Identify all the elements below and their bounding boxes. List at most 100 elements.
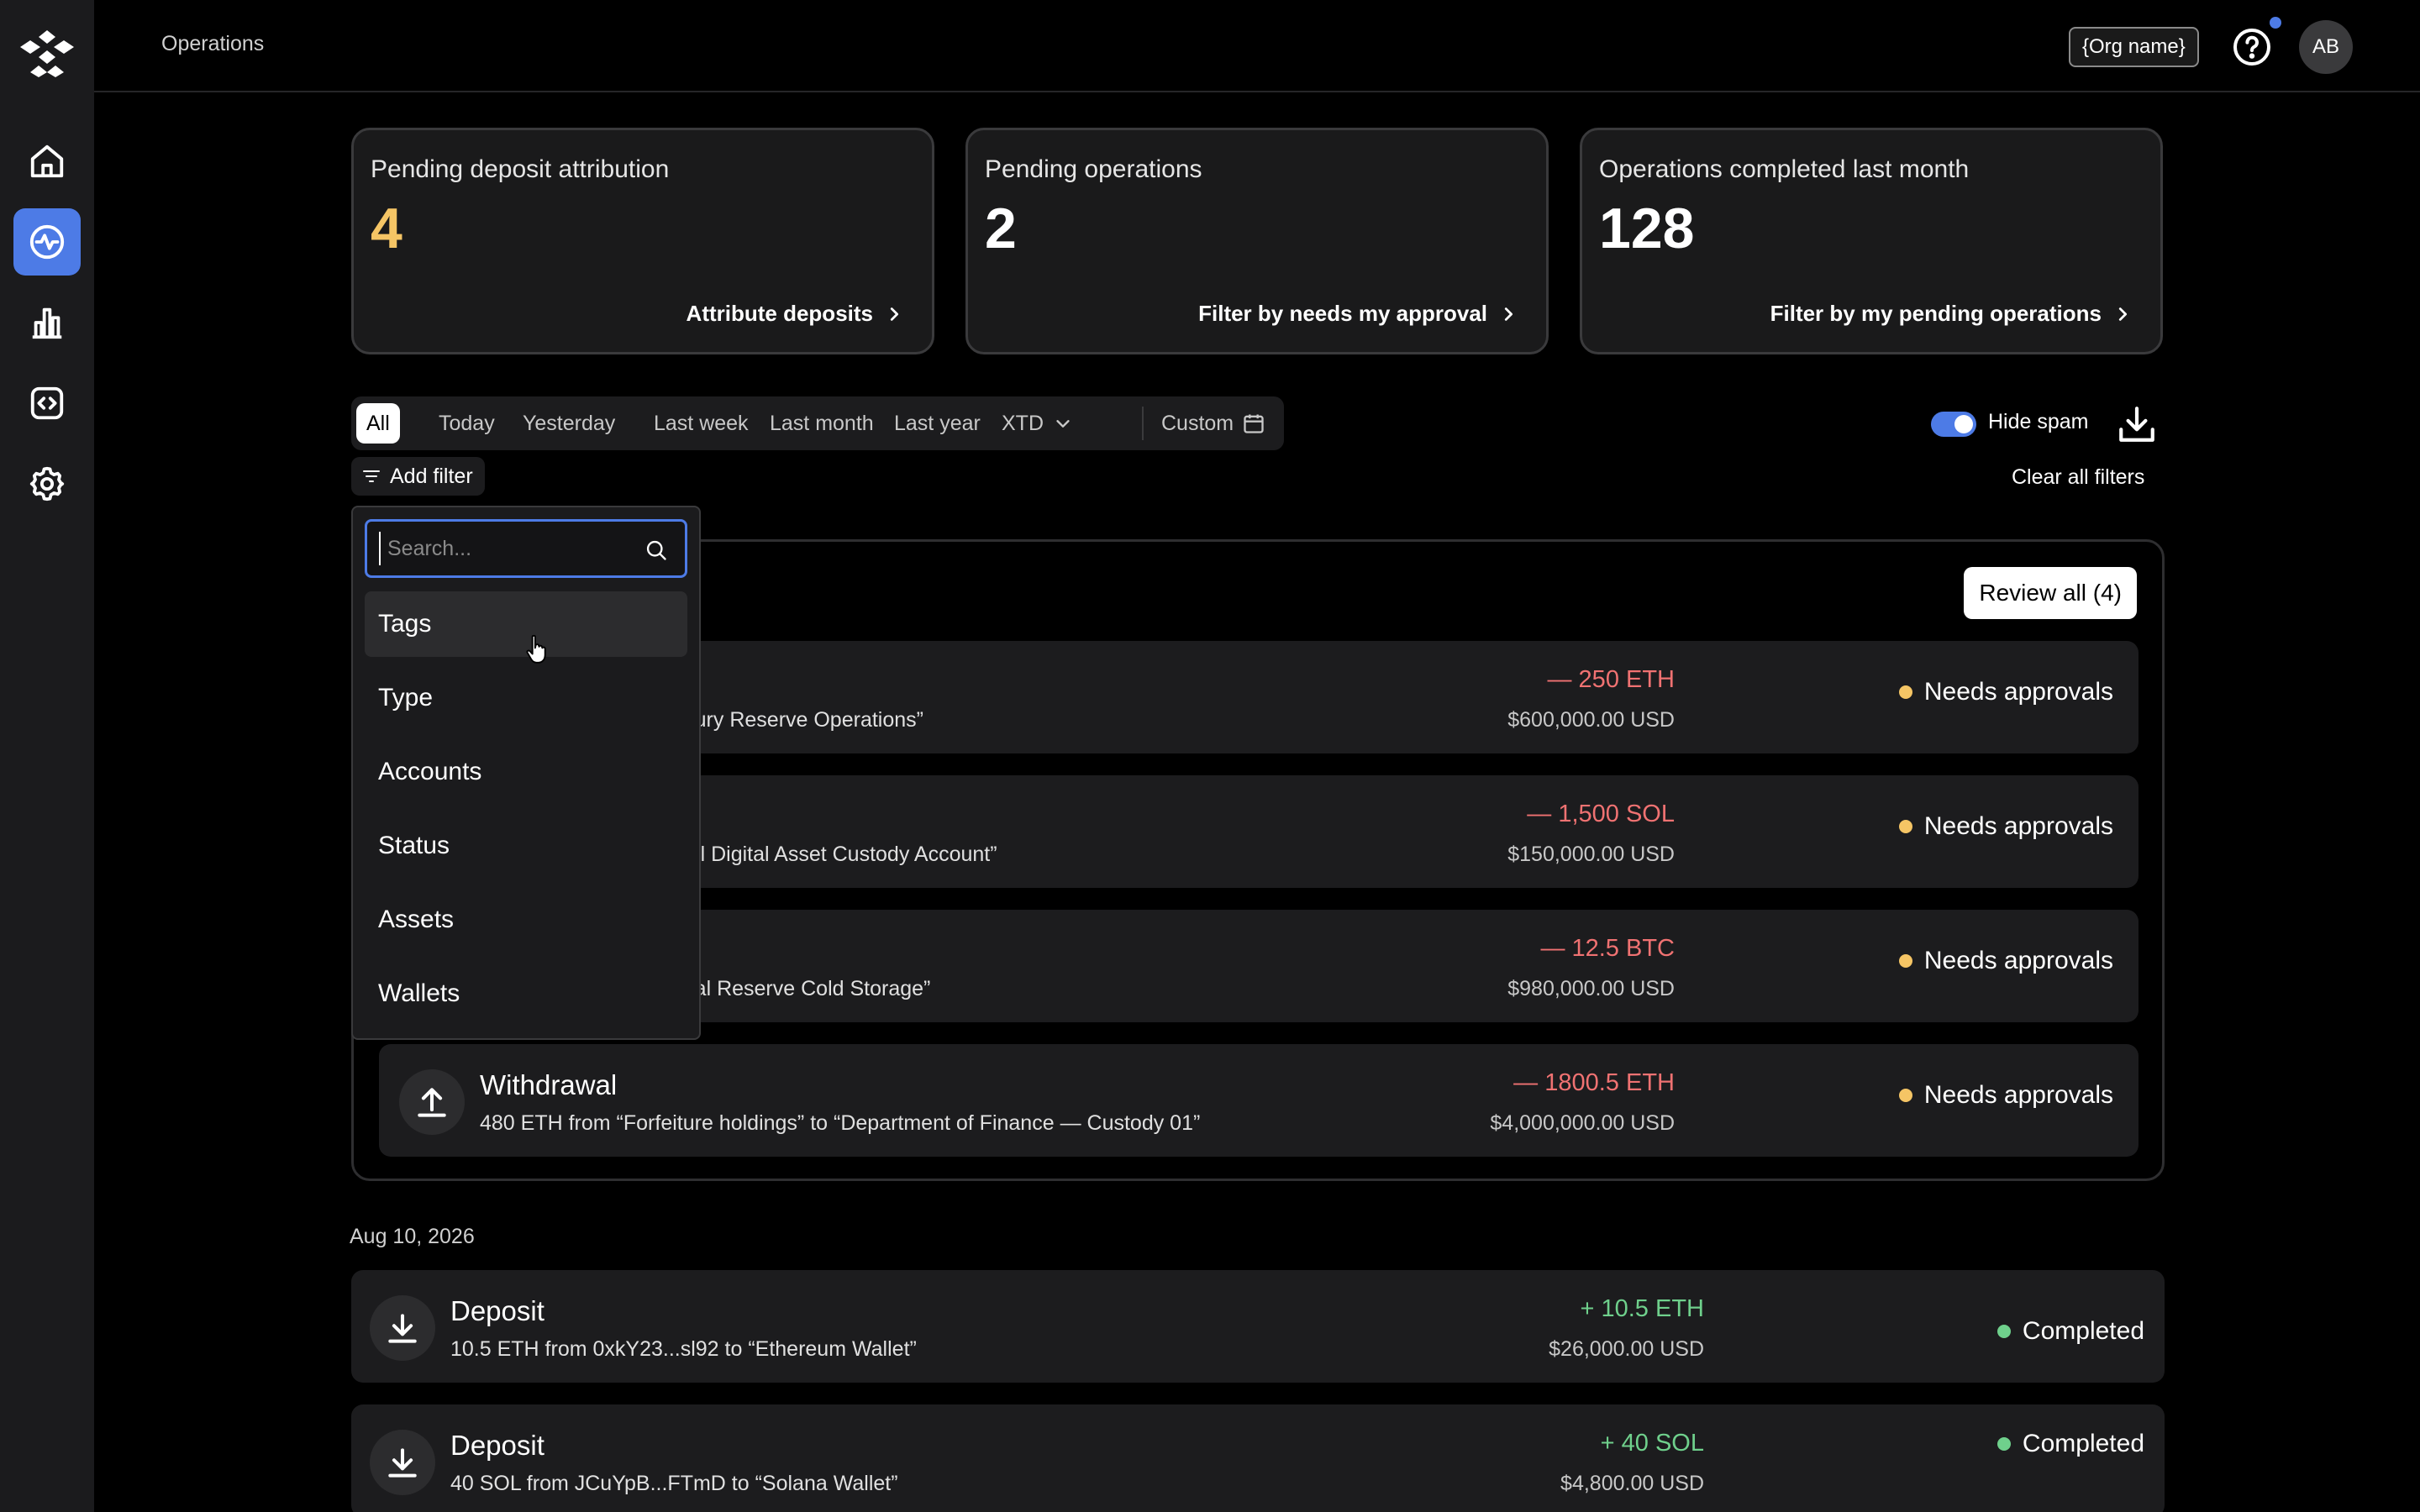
filter-option-wallets[interactable]: Wallets bbox=[365, 961, 687, 1026]
status-dot bbox=[1898, 1089, 1912, 1102]
status-label: Needs approvals bbox=[1923, 678, 2113, 706]
add-filter-label: Add filter bbox=[390, 464, 473, 488]
operation-row[interactable]: Deposit 40 SOL from JCuYpB...FTmD to “So… bbox=[351, 1404, 2165, 1512]
nav-home[interactable] bbox=[13, 128, 81, 195]
operation-usd-value: $26,000.00 USD bbox=[1549, 1337, 1704, 1361]
help-icon[interactable] bbox=[2232, 27, 2272, 67]
chevron-right-icon bbox=[1504, 307, 1513, 321]
operation-row[interactable]: Deposit 10.5 ETH from 0xkY23...sl92 to “… bbox=[351, 1270, 2165, 1383]
avatar[interactable]: AB bbox=[2299, 20, 2353, 74]
filter-search-input[interactable] bbox=[379, 532, 631, 565]
divider bbox=[1142, 407, 1144, 440]
operation-usd-value: $150,000.00 USD bbox=[1507, 843, 1675, 866]
stat-card-completed-last-month: Operations completed last month 128 Filt… bbox=[1580, 128, 2163, 354]
nav-settings[interactable] bbox=[13, 450, 81, 517]
chevron-right-icon bbox=[2118, 307, 2128, 321]
status-label: Completed bbox=[2022, 1317, 2144, 1345]
add-filter-button[interactable]: Add filter bbox=[351, 457, 485, 496]
chevron-down-icon bbox=[1056, 420, 1070, 428]
operation-icon bbox=[370, 1430, 435, 1495]
status-label: Needs approvals bbox=[1923, 947, 2113, 974]
stat-card-value: 128 bbox=[1599, 197, 1695, 260]
stat-card-title: Operations completed last month bbox=[1599, 155, 1970, 183]
status-label: Needs approvals bbox=[1923, 812, 2113, 840]
operation-amount: — 1800.5 ETH bbox=[1513, 1069, 1675, 1096]
status-badge: Needs approvals bbox=[1898, 678, 2113, 706]
date-tab-label: Custom bbox=[1161, 412, 1234, 435]
operation-amount: + 10.5 ETH bbox=[1580, 1295, 1705, 1322]
date-range-tabs: All Today Yesterday Last week Last month… bbox=[351, 396, 1284, 450]
filter-option-accounts[interactable]: Accounts bbox=[365, 739, 687, 805]
operation-description: 480 ETH from “Forfeiture holdings” to “D… bbox=[480, 1111, 1201, 1135]
status-dot bbox=[1898, 820, 1912, 833]
date-tab-last-month[interactable]: Last month bbox=[760, 403, 884, 444]
status-badge: Completed bbox=[1996, 1430, 2144, 1458]
nav-operations[interactable] bbox=[13, 208, 81, 276]
stat-card-pending-operations: Pending operations 2 Filter by needs my … bbox=[965, 128, 1549, 354]
logo-icon[interactable] bbox=[18, 29, 76, 79]
calendar-icon bbox=[1244, 414, 1264, 433]
operation-type: Withdrawal bbox=[480, 1069, 618, 1100]
date-tab-last-week[interactable]: Last week bbox=[644, 403, 759, 444]
operation-usd-value: $4,800.00 USD bbox=[1560, 1472, 1704, 1495]
operation-amount: — 250 ETH bbox=[1547, 666, 1676, 693]
operation-usd-value: $600,000.00 USD bbox=[1507, 708, 1675, 732]
status-badge: Needs approvals bbox=[1898, 812, 2113, 841]
hand-cursor-icon bbox=[526, 634, 546, 664]
home-icon bbox=[30, 144, 64, 178]
download-icon[interactable] bbox=[2116, 403, 2158, 445]
status-badge: Needs approvals bbox=[1898, 1081, 2113, 1110]
filter-search-box bbox=[365, 519, 687, 578]
date-tab-custom[interactable]: Custom bbox=[1151, 403, 1276, 444]
filter-my-pending-link[interactable]: Filter by my pending operations bbox=[1770, 301, 2132, 327]
date-tab-last-year[interactable]: Last year bbox=[884, 403, 991, 444]
date-tab-yesterday[interactable]: Yesterday bbox=[513, 403, 625, 444]
status-dot bbox=[1898, 954, 1912, 968]
gear-icon bbox=[29, 466, 65, 501]
nav-developer[interactable] bbox=[13, 370, 81, 437]
filter-option-type[interactable]: Type bbox=[365, 665, 687, 731]
chevron-right-icon bbox=[890, 307, 899, 321]
stat-card-value: 2 bbox=[985, 197, 1017, 260]
date-tab-today[interactable]: Today bbox=[429, 403, 505, 444]
operation-usd-value: $980,000.00 USD bbox=[1507, 977, 1675, 1000]
operation-type: Deposit bbox=[450, 1295, 544, 1326]
review-all-button[interactable]: Review all (4) bbox=[1964, 567, 2137, 619]
download-arrow-icon bbox=[388, 1448, 417, 1478]
status-label: Completed bbox=[2022, 1430, 2144, 1457]
org-switcher-button[interactable]: {Org name} bbox=[2069, 27, 2199, 67]
operation-type: Deposit bbox=[450, 1430, 544, 1461]
operation-row[interactable]: Withdrawal 480 ETH from “Forfeiture hold… bbox=[379, 1044, 2139, 1157]
status-dot bbox=[1996, 1325, 2011, 1338]
code-icon bbox=[30, 386, 64, 420]
stat-card-value: 4 bbox=[371, 197, 402, 260]
sidebar bbox=[0, 0, 94, 1512]
download-arrow-icon bbox=[388, 1314, 417, 1343]
search-icon bbox=[646, 540, 666, 560]
hide-spam-label: Hide spam bbox=[1988, 410, 2089, 433]
nav-reports[interactable] bbox=[13, 289, 81, 356]
notification-dot bbox=[2270, 17, 2281, 29]
date-tab-xtd[interactable]: XTD bbox=[992, 403, 1082, 444]
clear-all-filters-button[interactable]: Clear all filters bbox=[2012, 465, 2144, 490]
status-badge: Completed bbox=[1996, 1317, 2144, 1346]
filter-needs-approval-link[interactable]: Filter by needs my approval bbox=[1198, 301, 1518, 327]
activity-icon bbox=[29, 224, 65, 260]
filter-icon bbox=[363, 470, 380, 482]
filter-option-status[interactable]: Status bbox=[365, 813, 687, 879]
hide-spam-toggle[interactable] bbox=[1931, 412, 1976, 437]
operation-amount: — 1,500 SOL bbox=[1527, 801, 1675, 827]
stat-card-title: Pending deposit attribution bbox=[371, 155, 670, 183]
attribute-deposits-link[interactable]: Attribute deposits bbox=[687, 301, 903, 327]
page-title: Operations bbox=[161, 32, 265, 55]
stat-card-title: Pending operations bbox=[985, 155, 1202, 183]
filter-option-assets[interactable]: Assets bbox=[365, 887, 687, 953]
link-label: Filter by my pending operations bbox=[1770, 301, 2102, 326]
status-badge: Needs approvals bbox=[1898, 947, 2113, 975]
operation-description: 10.5 ETH from 0xkY23...sl92 to “Ethereum… bbox=[450, 1337, 917, 1361]
bar-chart-icon bbox=[32, 307, 62, 339]
date-tab-all[interactable]: All bbox=[356, 403, 400, 444]
add-filter-dropdown: Tags Type Accounts Status Assets Wallets bbox=[351, 506, 701, 1040]
date-tab-label: XTD bbox=[1002, 412, 1044, 435]
upload-icon bbox=[418, 1088, 446, 1117]
